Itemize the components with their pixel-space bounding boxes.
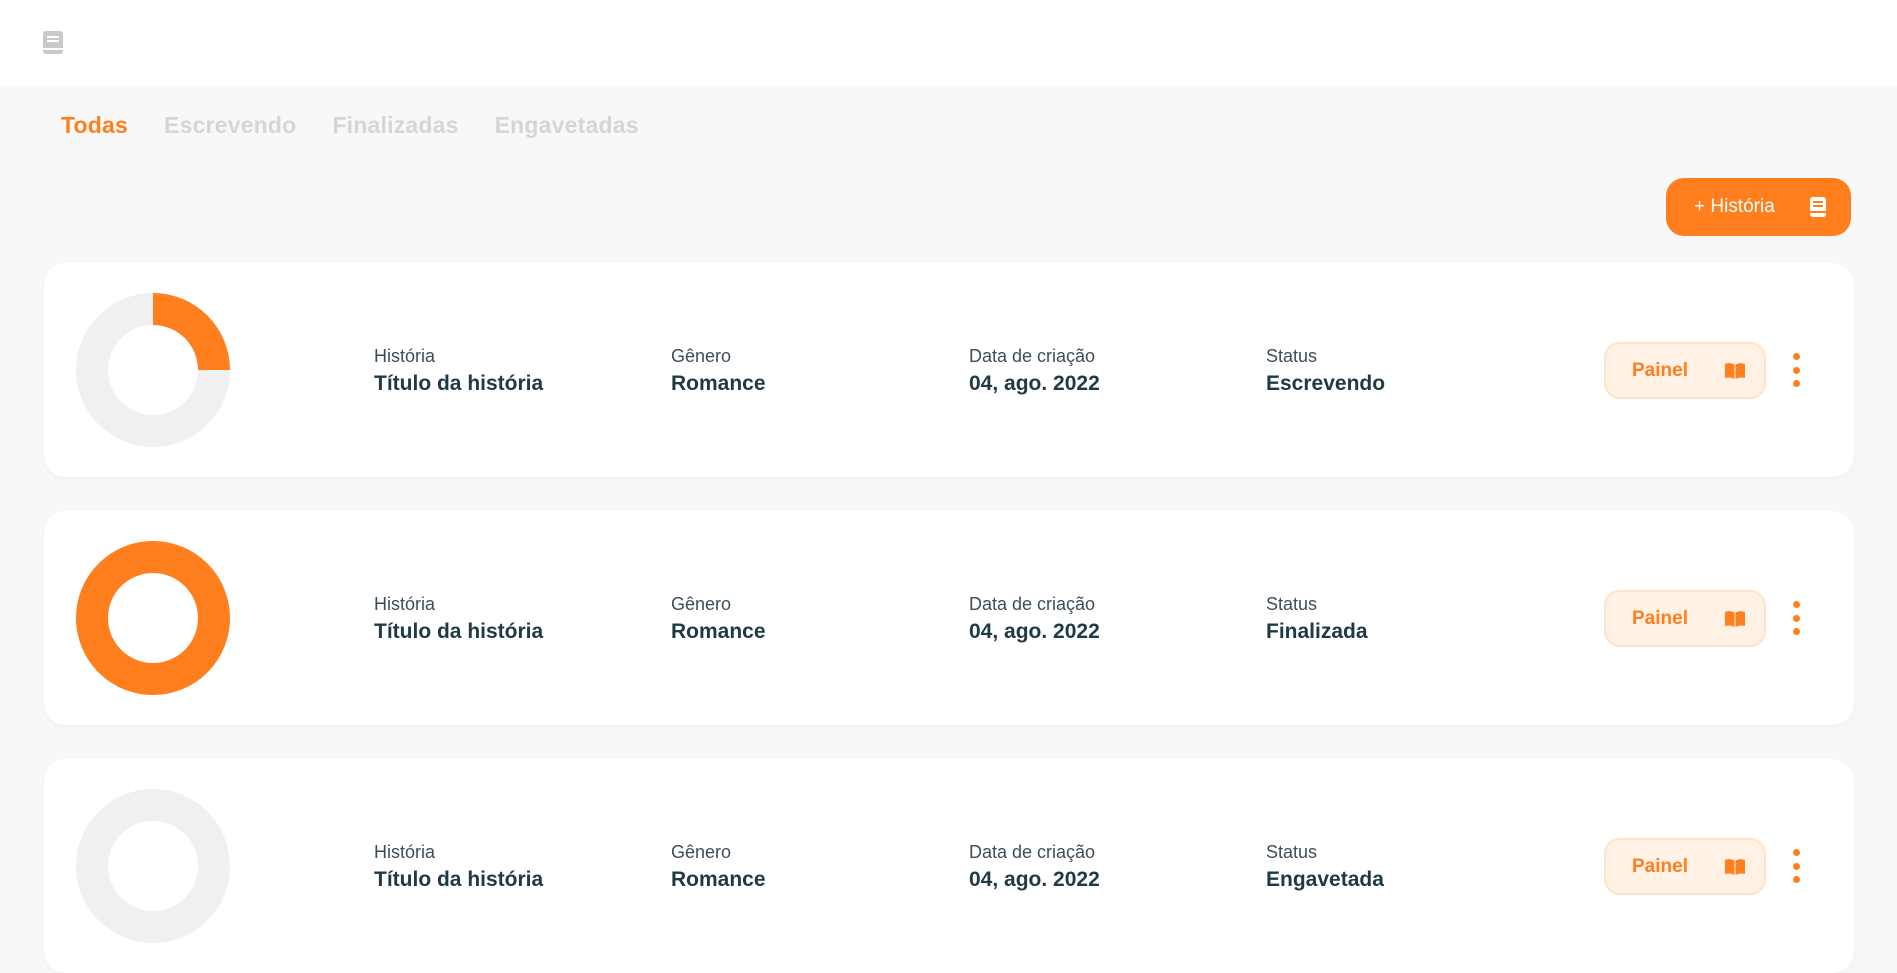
panel-button[interactable]: Painel [1604,590,1766,647]
panel-button[interactable]: Painel [1604,838,1766,895]
genre-label: Gênero [671,346,732,366]
date-value: 04, ago. 2022 [969,620,1100,643]
date-field: Data de criação 04, ago. 2022 [969,594,1100,644]
story-title: Título da história [374,620,544,643]
genre-field: Gênero Romance [671,842,766,892]
tab-finalizadas[interactable]: Finalizadas [332,112,458,139]
genre-value: Romance [671,372,766,395]
story-title: Título da história [374,372,544,395]
more-options-icon[interactable] [1790,353,1802,387]
progress-track [76,789,230,943]
book-icon [1810,197,1826,217]
status-tabs: Todas Escrevendo Finalizadas Engavetadas [61,112,639,139]
open-book-icon [1725,362,1745,379]
genre-value: Romance [671,868,766,891]
status-field: Status Escrevendo [1266,346,1385,396]
story-title: Título da história [374,868,544,891]
date-label: Data de criação [969,346,1096,366]
status-label: Status [1266,594,1318,614]
genre-label: Gênero [671,594,732,614]
date-label: Data de criação [969,842,1096,862]
progress-arc [76,541,230,695]
status-value: Escrevendo [1266,372,1386,395]
date-field: Data de criação 04, ago. 2022 [969,346,1100,396]
story-field: História Título da história [374,346,543,396]
tab-engavetadas[interactable]: Engavetadas [495,112,639,139]
add-story-button[interactable]: + História [1666,178,1851,236]
date-value: 04, ago. 2022 [969,868,1100,891]
more-options-icon[interactable] [1790,601,1802,635]
date-label: Data de criação [969,594,1096,614]
progress-donut [76,293,230,447]
tab-todas[interactable]: Todas [61,112,128,139]
open-book-icon [1725,610,1745,627]
story-label: História [374,346,436,366]
status-label: Status [1266,346,1318,366]
status-value: Engavetada [1266,868,1384,891]
story-card: História Título da história Gênero Roman… [44,759,1854,973]
story-field: História Título da história [374,594,543,644]
panel-label: Painel [1632,607,1688,629]
panel-button[interactable]: Painel [1604,342,1766,399]
date-value: 04, ago. 2022 [969,372,1100,395]
status-field: Status Engavetada [1266,842,1384,892]
progress-arc [153,293,230,370]
top-bar [0,0,1897,86]
story-label: História [374,842,436,862]
date-field: Data de criação 04, ago. 2022 [969,842,1100,892]
genre-value: Romance [671,620,766,643]
story-field: História Título da história [374,842,543,892]
progress-donut [76,789,230,943]
progress-donut [76,541,230,695]
genre-field: Gênero Romance [671,594,766,644]
status-field: Status Finalizada [1266,594,1368,644]
genre-field: Gênero Romance [671,346,766,396]
add-story-label: + História [1694,196,1775,217]
panel-label: Painel [1632,359,1688,381]
status-value: Finalizada [1266,620,1368,643]
story-label: História [374,594,436,614]
status-label: Status [1266,842,1318,862]
open-book-icon [1725,858,1745,875]
story-card: História Título da história Gênero Roman… [44,511,1854,725]
panel-label: Painel [1632,855,1688,877]
genre-label: Gênero [671,842,732,862]
story-card: História Título da história Gênero Roman… [44,263,1854,477]
tab-escrevendo[interactable]: Escrevendo [164,112,296,139]
more-options-icon[interactable] [1790,849,1802,883]
book-icon[interactable] [42,30,64,55]
